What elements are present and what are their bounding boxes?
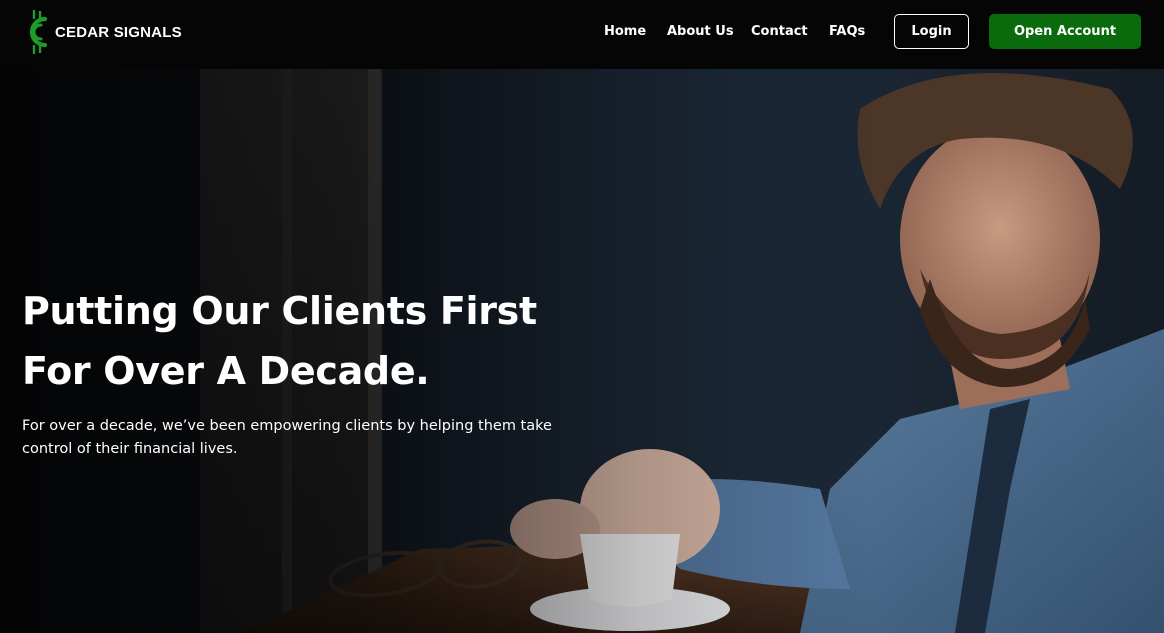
nav-link-home[interactable]: Home — [604, 22, 646, 42]
hero-title-line-2: For Over A Decade. — [22, 349, 430, 393]
brand-name: CEDAR SIGNALS — [55, 23, 182, 41]
nav-link-about-us[interactable]: About Us — [667, 22, 734, 42]
cedar-signals-logo-icon — [29, 10, 48, 54]
nav-link-faqs[interactable]: FAQs — [829, 22, 865, 42]
hero-section: Putting Our Clients First For Over A Dec… — [0, 69, 1164, 633]
brand-logo[interactable]: CEDAR SIGNALS — [20, 8, 182, 56]
nav-link-contact[interactable]: Contact — [751, 22, 808, 42]
open-account-button[interactable]: Open Account — [989, 14, 1141, 49]
navbar: CEDAR SIGNALS Home About Us Contact FAQs… — [0, 0, 1164, 69]
hero-subtitle: For over a decade, we’ve been empowering… — [22, 418, 552, 457]
hero-title: Putting Our Clients First For Over A Dec… — [22, 281, 622, 401]
login-button[interactable]: Login — [894, 14, 969, 49]
hero-title-line-1: Putting Our Clients First — [22, 289, 537, 333]
